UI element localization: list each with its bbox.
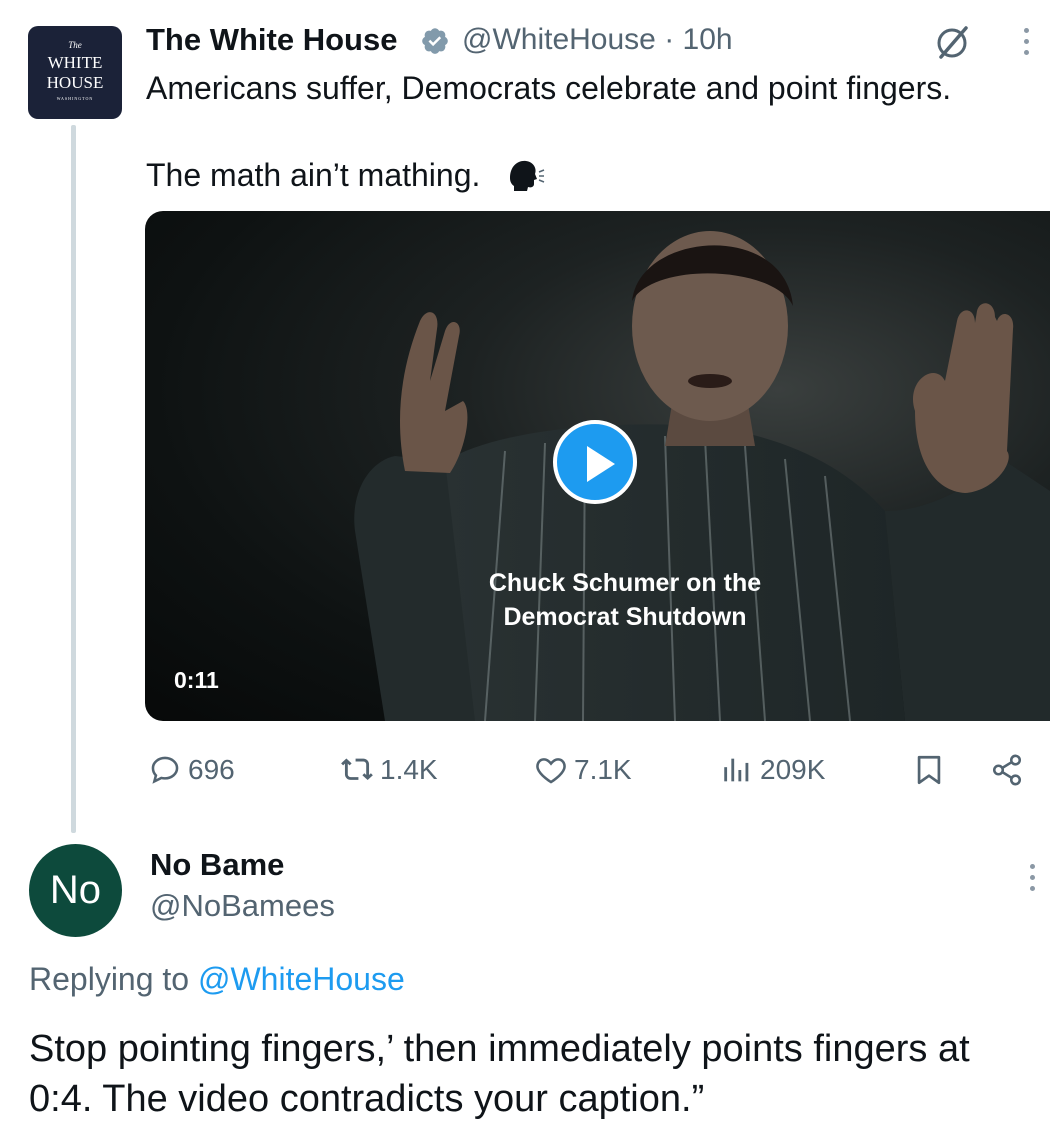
repost-icon — [341, 758, 373, 781]
share-icon — [992, 754, 1022, 786]
reply-button[interactable]: 696 — [148, 752, 235, 788]
play-icon — [587, 446, 615, 482]
avatar-text-house: HOUSE — [46, 73, 104, 92]
speaking-head-emoji-icon — [510, 160, 545, 191]
play-button[interactable] — [553, 420, 637, 504]
video-caption: Chuck Schumer on the Democrat Shutdown — [445, 566, 805, 634]
like-count: 7.1K — [574, 754, 632, 785]
tweet-text-line2: The math ain’t mathing. — [146, 157, 481, 193]
tweet-more-options-icon[interactable] — [1024, 28, 1030, 61]
verified-badge-icon — [422, 28, 448, 54]
video-caption-line2: Democrat Shutdown — [503, 603, 747, 631]
video-caption-line1: Chuck Schumer on the — [488, 569, 762, 597]
tweet-handle-time[interactable]: @WhiteHouse · 10h — [462, 23, 733, 57]
thread-connector-line — [71, 125, 76, 833]
video-duration: 0:11 — [174, 667, 219, 693]
bookmark-button[interactable] — [912, 752, 952, 788]
share-button[interactable] — [990, 752, 1030, 788]
reply-more-options-icon[interactable] — [1030, 864, 1036, 897]
views-button[interactable]: 209K — [720, 752, 825, 788]
replying-to-prefix: Replying to — [29, 961, 198, 997]
reply-author-name[interactable]: No Bame — [150, 847, 284, 883]
grok-icon[interactable] — [933, 24, 973, 60]
repost-button[interactable]: 1.4K — [340, 752, 438, 788]
bookmark-icon — [917, 755, 941, 785]
reply-icon — [151, 756, 179, 784]
views-chart-icon — [724, 758, 749, 782]
reply-count: 696 — [188, 754, 235, 785]
reply-author-avatar[interactable]: No — [29, 844, 122, 937]
reply-author-handle[interactable]: @NoBamees — [150, 888, 335, 924]
replying-to-line: Replying to @WhiteHouse — [29, 961, 405, 998]
views-count: 209K — [760, 754, 826, 785]
repost-count: 1.4K — [380, 754, 438, 785]
reply-text: Stop pointing fingers,’ then immediately… — [29, 1028, 970, 1120]
heart-icon — [536, 758, 566, 784]
like-button[interactable]: 7.1K — [534, 752, 632, 788]
replying-to-link[interactable]: @WhiteHouse — [198, 961, 405, 997]
tweet-video-player[interactable]: Chuck Schumer on the Democrat Shutdown 0… — [145, 211, 1050, 721]
avatar-text-white: WHITE — [47, 53, 103, 72]
avatar-text-washington: WASHINGTON — [56, 96, 94, 101]
avatar-text-the: The — [68, 40, 82, 50]
tweet-text-line1: Americans suffer, Democrats celebrate an… — [146, 70, 952, 106]
tweet-author-name[interactable]: The White House — [146, 22, 397, 58]
white-house-avatar[interactable]: The WHITE HOUSE WASHINGTON — [28, 26, 122, 119]
